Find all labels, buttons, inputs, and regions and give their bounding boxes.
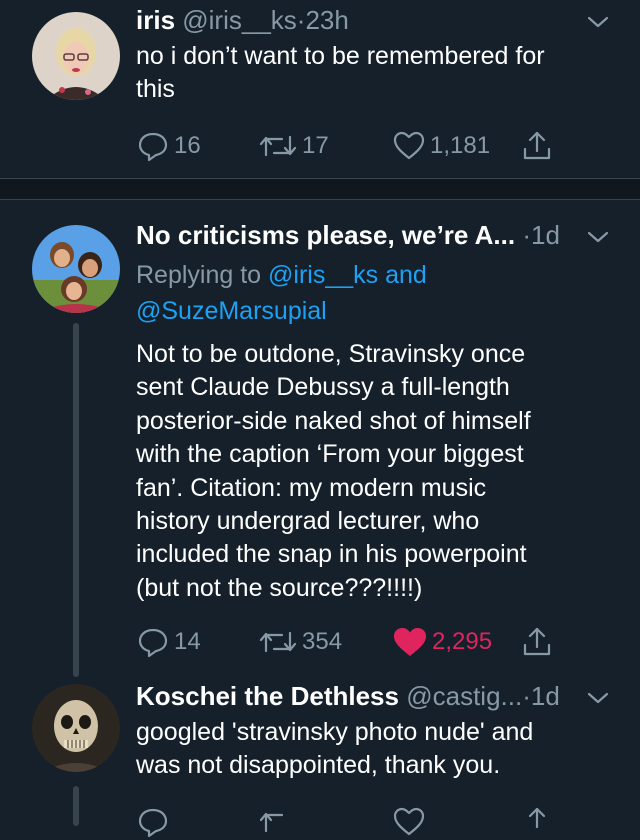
tweet-actions: 16 17 1,181 [136,128,596,164]
retweet-count: 354 [302,628,343,655]
retweet-icon [259,812,284,833]
mention-link[interactable]: @iris__ks [268,261,378,289]
tweet-reply[interactable]: No criticisms please, we’re A... ·1d Rep… [0,199,640,677]
heart-filled-icon [394,628,426,656]
display-name[interactable]: iris [136,5,175,35]
timestamp[interactable]: 23h [305,5,348,35]
retweet-count: 17 [302,132,329,159]
avatar[interactable] [32,225,120,313]
avatar[interactable] [32,684,120,772]
timestamp[interactable]: 1d [531,681,560,711]
separator-dot: · [522,220,532,250]
reply-count: 14 [174,628,201,655]
reply-icon [138,132,168,162]
tweet-actions: 14 354 2,295 [136,624,596,660]
like-button[interactable]: 1,181 [392,128,490,164]
section-divider [0,178,640,200]
share-button[interactable] [520,804,558,840]
retweet-icon [259,631,297,653]
share-icon [523,131,551,160]
chevron-down-icon[interactable] [585,9,611,35]
share-button[interactable] [520,128,558,164]
reply-button[interactable]: 14 [136,624,201,660]
like-count: 1,181 [430,132,491,159]
reply-button[interactable]: 16 [136,128,201,164]
tweet-text: googled 'stravinsky photo nude' and was … [136,718,534,780]
reply-icon [138,628,168,658]
reply-count: 16 [174,132,201,159]
reply-button[interactable] [136,804,174,840]
reply-icon [138,808,168,838]
share-button[interactable] [520,624,558,660]
replying-to-line2: @SuzeMarsupial [136,293,327,329]
retweet-button[interactable]: 17 [258,128,329,164]
display-name[interactable]: Koschei the Dethless [136,681,399,711]
handle[interactable]: @castig... [406,681,522,711]
mention-link[interactable]: @SuzeMarsupial [136,297,327,325]
like-count: 2,295 [432,628,493,655]
retweet-icon [259,135,297,157]
tweet-koschei[interactable]: Koschei the Dethless @castig...·1d googl… [0,670,640,838]
heart-icon [393,131,425,160]
tweet-header: iris @iris__ks·23h [136,4,349,36]
retweet-button[interactable]: 354 [258,624,342,660]
handle[interactable]: @iris__ks [182,5,297,35]
thread-line [73,786,79,826]
like-button[interactable] [392,804,430,840]
heart-icon [393,807,425,836]
thread-line [73,323,79,677]
display-name[interactable]: No criticisms please, we’re A... [136,220,515,250]
replying-to: Replying to @iris__ks and [136,257,427,293]
chevron-down-icon[interactable] [585,224,611,250]
share-icon [523,627,551,656]
tweet-text: no i don’t want to be remembered for thi… [136,42,545,104]
tweet-header: No criticisms please, we’re A... ·1d [136,219,560,251]
tweet-text: Not to be outdone, Stravinsky once sent … [136,340,531,602]
timestamp[interactable]: 1d [531,220,560,250]
replying-to-label: Replying to [136,261,262,289]
mention-and[interactable]: and [385,261,427,289]
like-button[interactable]: 2,295 [392,624,492,660]
tweet-iris[interactable]: iris @iris__ks·23h no i don’t want to be… [0,0,640,178]
tweet-header: Koschei the Dethless @castig...·1d [136,680,560,712]
tweet-actions-partial [136,804,596,840]
retweet-button[interactable] [258,804,302,840]
avatar[interactable] [32,12,120,100]
separator-dot: · [522,681,531,711]
chevron-down-icon[interactable] [585,685,611,711]
share-icon [528,807,546,829]
